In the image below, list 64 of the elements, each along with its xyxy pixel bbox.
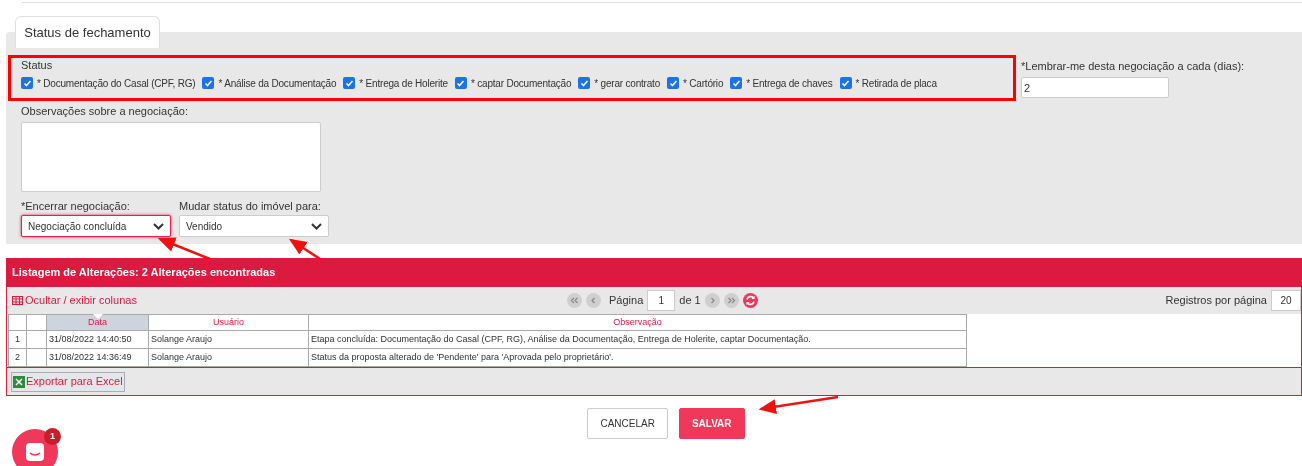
changes-header: Listagem de Alterações: 2 Alterações encontradas [7,258,1301,287]
checkbox[interactable] [21,77,33,89]
close-negotiation-label: *Encerrar negociação: [21,198,131,214]
table-cell: 31/08/2022 14:36:49 [46,348,149,367]
table-cell: Solange Araujo [148,348,309,367]
checkbox[interactable] [839,77,852,89]
annotation-arrow [288,238,321,261]
page-label: Página [609,293,644,309]
column-header[interactable] [8,314,27,331]
checkbox-label: * Análise da Documentação [218,76,337,91]
per-page-label: Registros por página [1165,293,1267,309]
checkbox-label: * captar Documentação [470,76,572,91]
property-status-label: Mudar status do imóvel para: [179,198,322,214]
table-cell: 31/08/2022 14:40:50 [46,330,149,349]
checkbox[interactable] [667,77,679,89]
pager-button[interactable] [567,293,582,308]
column-header[interactable]: Observação [308,314,967,331]
export-button[interactable]: Exportar para Excel [11,371,125,392]
property-status-select[interactable]: Vendido [179,215,329,237]
table-cell: Etapa concluída: Documentação do Casal (CPF, RG), Análise da Documentação, Entrega de Holerite, captar Documentação. [308,330,967,349]
page-input[interactable]: 1 [647,290,676,311]
column-header[interactable] [26,314,47,331]
notification-badge: 1 [44,428,61,445]
checkbox-label: * Retirada de placa [855,76,937,91]
refresh-icon[interactable] [742,293,758,308]
spreadsheet-icon [13,375,25,388]
reminder-input[interactable]: 2 [1021,77,1169,98]
row-number: 1 [8,330,27,349]
tab[interactable]: Status de fechamento [15,16,160,48]
checkbox[interactable] [730,77,743,89]
pager-button[interactable] [723,293,739,308]
table-cell: Status da proposta alterado de 'Pendente' para 'Aprovada pelo proprietário'. [308,348,967,367]
chat-icon [25,442,45,462]
table-cell: Solange Araujo [148,330,309,349]
table-icon [12,296,23,305]
page-count: de 1 [679,293,701,309]
checkbox-label: * Entrega de Holerite [359,76,448,91]
checkbox[interactable] [202,77,215,89]
column-header[interactable]: Usuário [148,314,309,331]
chevron-icon [153,222,164,230]
pager-button[interactable] [586,293,601,308]
checkbox-label: * Entrega de chaves [746,76,833,91]
checkbox[interactable] [578,77,591,89]
chevron-icon [570,297,579,304]
row-number: 2 [8,348,27,367]
checkbox-label: * Cartório [683,76,724,91]
close-negotiation-select[interactable]: Negociação concluída [21,215,171,237]
annotation-arrow [157,237,211,261]
save-button[interactable]: SALVAR [678,408,745,439]
pager-button[interactable] [704,293,720,308]
status-label: Status [21,58,54,73]
chevron-icon [311,222,322,230]
checkbox-label: * gerar contrato [594,76,660,91]
reminder-label: *Lembrar-me desta negociação a cada (dias): [1021,59,1245,74]
columns-link[interactable]: Ocultar / exibir colunas [12,292,137,309]
checkbox-label: * Documentação do Casal (CPF, RG) [37,76,196,91]
checkbox[interactable] [343,77,356,89]
chevron-icon [589,297,598,304]
checkbox[interactable] [454,77,467,89]
per-page-input[interactable]: 20 [1271,290,1301,311]
cancel-button[interactable]: CANCELAR [587,408,668,439]
notes-label: Observações sobre a negociação: [21,104,189,119]
chevron-icon [726,297,736,304]
chat-button[interactable] [12,429,58,466]
